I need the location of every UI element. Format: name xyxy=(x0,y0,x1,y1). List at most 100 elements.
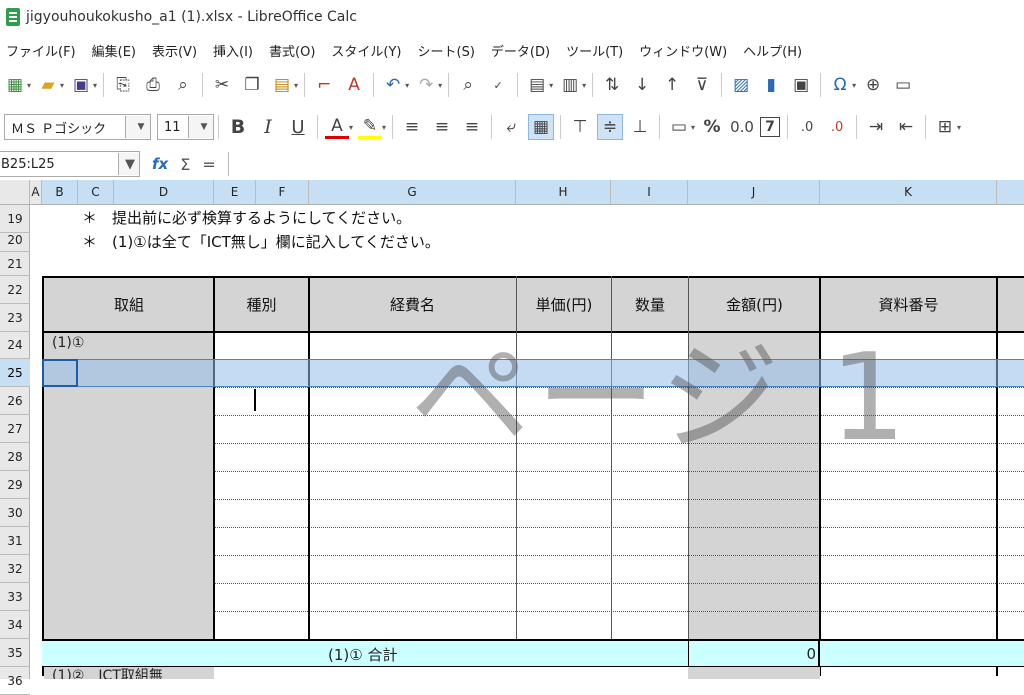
wrap-text-icon[interactable]: ⤶ xyxy=(499,115,523,139)
center-vertically-icon[interactable]: ≑ xyxy=(597,114,624,140)
special-char-dropdown-icon[interactable]: ▾ xyxy=(852,81,856,90)
copy-icon[interactable]: ❐ xyxy=(240,73,264,97)
chevron-down-icon[interactable]: ▼ xyxy=(188,116,213,138)
decrease-indent-icon[interactable]: ⇤ xyxy=(894,115,918,139)
cut-icon[interactable]: ✂ xyxy=(210,73,234,97)
new-icon[interactable]: ▦ xyxy=(3,73,27,97)
paste-dropdown-icon[interactable]: ▾ xyxy=(294,81,298,90)
sort-ascending-icon[interactable]: ↓ xyxy=(630,73,654,97)
menu-tools[interactable]: ツール(T) xyxy=(560,41,629,60)
column-header-l[interactable] xyxy=(997,180,1024,204)
column-header-g[interactable]: G xyxy=(309,180,516,204)
highlight-dropdown-icon[interactable]: ▾ xyxy=(382,123,386,132)
row-header-26[interactable]: 26 xyxy=(0,387,30,415)
menu-edit[interactable]: 編集(E) xyxy=(86,41,142,60)
menu-view[interactable]: 表示(V) xyxy=(146,41,203,60)
column-header-j[interactable]: J xyxy=(688,180,820,204)
spreadsheet-grid[interactable]: ＊ 提出前に必ず検算するようにしてください。 ＊ (1)①は全て「ICT無し」欄に記… xyxy=(30,205,1024,679)
menu-file[interactable]: ファイル(F) xyxy=(0,41,82,60)
special-character-icon[interactable]: Ω xyxy=(828,73,852,97)
row-header-34[interactable]: 34 xyxy=(0,611,30,639)
row-header-24[interactable]: 24 xyxy=(0,331,30,359)
save-icon[interactable]: ▣ xyxy=(69,73,93,97)
chevron-down-icon[interactable]: ▼ xyxy=(125,116,150,138)
align-left-icon[interactable]: ≡ xyxy=(400,115,424,139)
print-preview-icon[interactable]: ⌕ xyxy=(171,73,195,97)
new-dropdown-icon[interactable]: ▾ xyxy=(27,81,31,90)
row-header-28[interactable]: 28 xyxy=(0,443,30,471)
find-replace-icon[interactable]: ⌕ xyxy=(456,73,480,97)
row-header-25[interactable]: 25 xyxy=(0,359,30,387)
export-pdf-icon[interactable]: ⎘ xyxy=(111,73,135,97)
spelling-icon[interactable]: ✓ xyxy=(486,73,510,97)
number-format-icon[interactable]: 0.0 xyxy=(730,115,754,139)
column-header-f[interactable]: F xyxy=(256,180,309,204)
row-header-30[interactable]: 30 xyxy=(0,499,30,527)
row-header-20[interactable]: 20 xyxy=(0,228,30,252)
autofilter-icon[interactable]: ⊽ xyxy=(690,73,714,97)
underline-icon[interactable]: U xyxy=(286,115,310,139)
column-header-b[interactable]: B xyxy=(42,180,78,204)
row-icon[interactable]: ▤ xyxy=(525,73,549,97)
comment-icon[interactable]: ▭ xyxy=(891,73,915,97)
active-cell-cursor[interactable] xyxy=(42,359,78,387)
font-color-icon[interactable]: A xyxy=(325,116,349,139)
align-center-icon[interactable]: ≡ xyxy=(430,115,454,139)
menu-insert[interactable]: 挿入(I) xyxy=(207,41,259,60)
column-dropdown-icon[interactable]: ▾ xyxy=(582,81,586,90)
row-header-22[interactable]: 22 xyxy=(0,276,30,304)
column-header-c[interactable]: C xyxy=(78,180,114,204)
paste-icon[interactable]: ▤ xyxy=(270,73,294,97)
menu-data[interactable]: データ(D) xyxy=(485,41,556,60)
row-header-21[interactable]: 21 xyxy=(0,252,30,276)
menu-format[interactable]: 書式(O) xyxy=(263,41,321,60)
font-color-dropdown-icon[interactable]: ▾ xyxy=(349,123,353,132)
column-header-i[interactable]: I xyxy=(611,180,688,204)
increase-indent-icon[interactable]: ⇥ xyxy=(864,115,888,139)
chart-icon[interactable]: ▮ xyxy=(759,73,783,97)
menu-help[interactable]: ヘルプ(H) xyxy=(737,41,808,60)
undo-dropdown-icon[interactable]: ▾ xyxy=(405,81,409,90)
chevron-down-icon[interactable]: ▼ xyxy=(118,153,139,175)
highlight-color-icon[interactable]: ✎ xyxy=(358,116,383,139)
pivot-table-icon[interactable]: ▣ xyxy=(789,73,813,97)
row-dropdown-icon[interactable]: ▾ xyxy=(549,81,553,90)
sum-icon[interactable]: Σ xyxy=(180,155,190,174)
sort-descending-icon[interactable]: ↑ xyxy=(660,73,684,97)
open-dropdown-icon[interactable]: ▾ xyxy=(60,81,64,90)
name-box[interactable]: B25:L25 ▼ xyxy=(0,151,140,177)
italic-icon[interactable]: I xyxy=(256,115,280,139)
row-header-27[interactable]: 27 xyxy=(0,415,30,443)
add-decimal-icon[interactable]: .0 xyxy=(795,115,819,139)
formula-input[interactable] xyxy=(227,152,1024,176)
menu-sheet[interactable]: シート(S) xyxy=(412,41,481,60)
next-section-cell[interactable]: (1)② ICT取組無 xyxy=(44,667,214,679)
date-format-icon[interactable]: 7 xyxy=(760,117,781,137)
row-header-36[interactable]: 36 xyxy=(0,667,30,695)
row-header-35[interactable]: 35 xyxy=(0,639,30,667)
clear-formatting-icon[interactable]: A xyxy=(342,73,366,97)
redo-dropdown-icon[interactable]: ▾ xyxy=(438,81,442,90)
sort-icon[interactable]: ⇅ xyxy=(600,73,624,97)
row-header-32[interactable]: 32 xyxy=(0,555,30,583)
clone-formatting-icon[interactable]: ⌐ xyxy=(312,73,336,97)
select-all-corner[interactable] xyxy=(0,180,30,204)
row-header-29[interactable]: 29 xyxy=(0,471,30,499)
column-header-d[interactable]: D xyxy=(114,180,214,204)
column-icon[interactable]: ▥ xyxy=(558,73,582,97)
formula-icon[interactable]: = xyxy=(202,155,215,174)
row-header-33[interactable]: 33 xyxy=(0,583,30,611)
borders-icon[interactable]: ⊞ xyxy=(933,115,957,139)
merge-center-icon[interactable]: ▦ xyxy=(528,114,555,140)
next-kingaku-cell[interactable] xyxy=(688,667,820,679)
column-header-h[interactable]: H xyxy=(516,180,611,204)
menu-window[interactable]: ウィンドウ(W) xyxy=(633,41,733,60)
column-header-k[interactable]: K xyxy=(820,180,997,204)
column-header-e[interactable]: E xyxy=(214,180,256,204)
align-top-icon[interactable]: ⊤ xyxy=(568,115,592,139)
font-size-box[interactable]: 11 ▼ xyxy=(157,114,214,140)
open-folder-icon[interactable]: ▰ xyxy=(36,73,60,97)
align-right-icon[interactable]: ≡ xyxy=(460,115,484,139)
row-header-23[interactable]: 23 xyxy=(0,304,30,332)
font-name-box[interactable]: ＭＳ Ｐゴシック ▼ xyxy=(4,114,151,140)
